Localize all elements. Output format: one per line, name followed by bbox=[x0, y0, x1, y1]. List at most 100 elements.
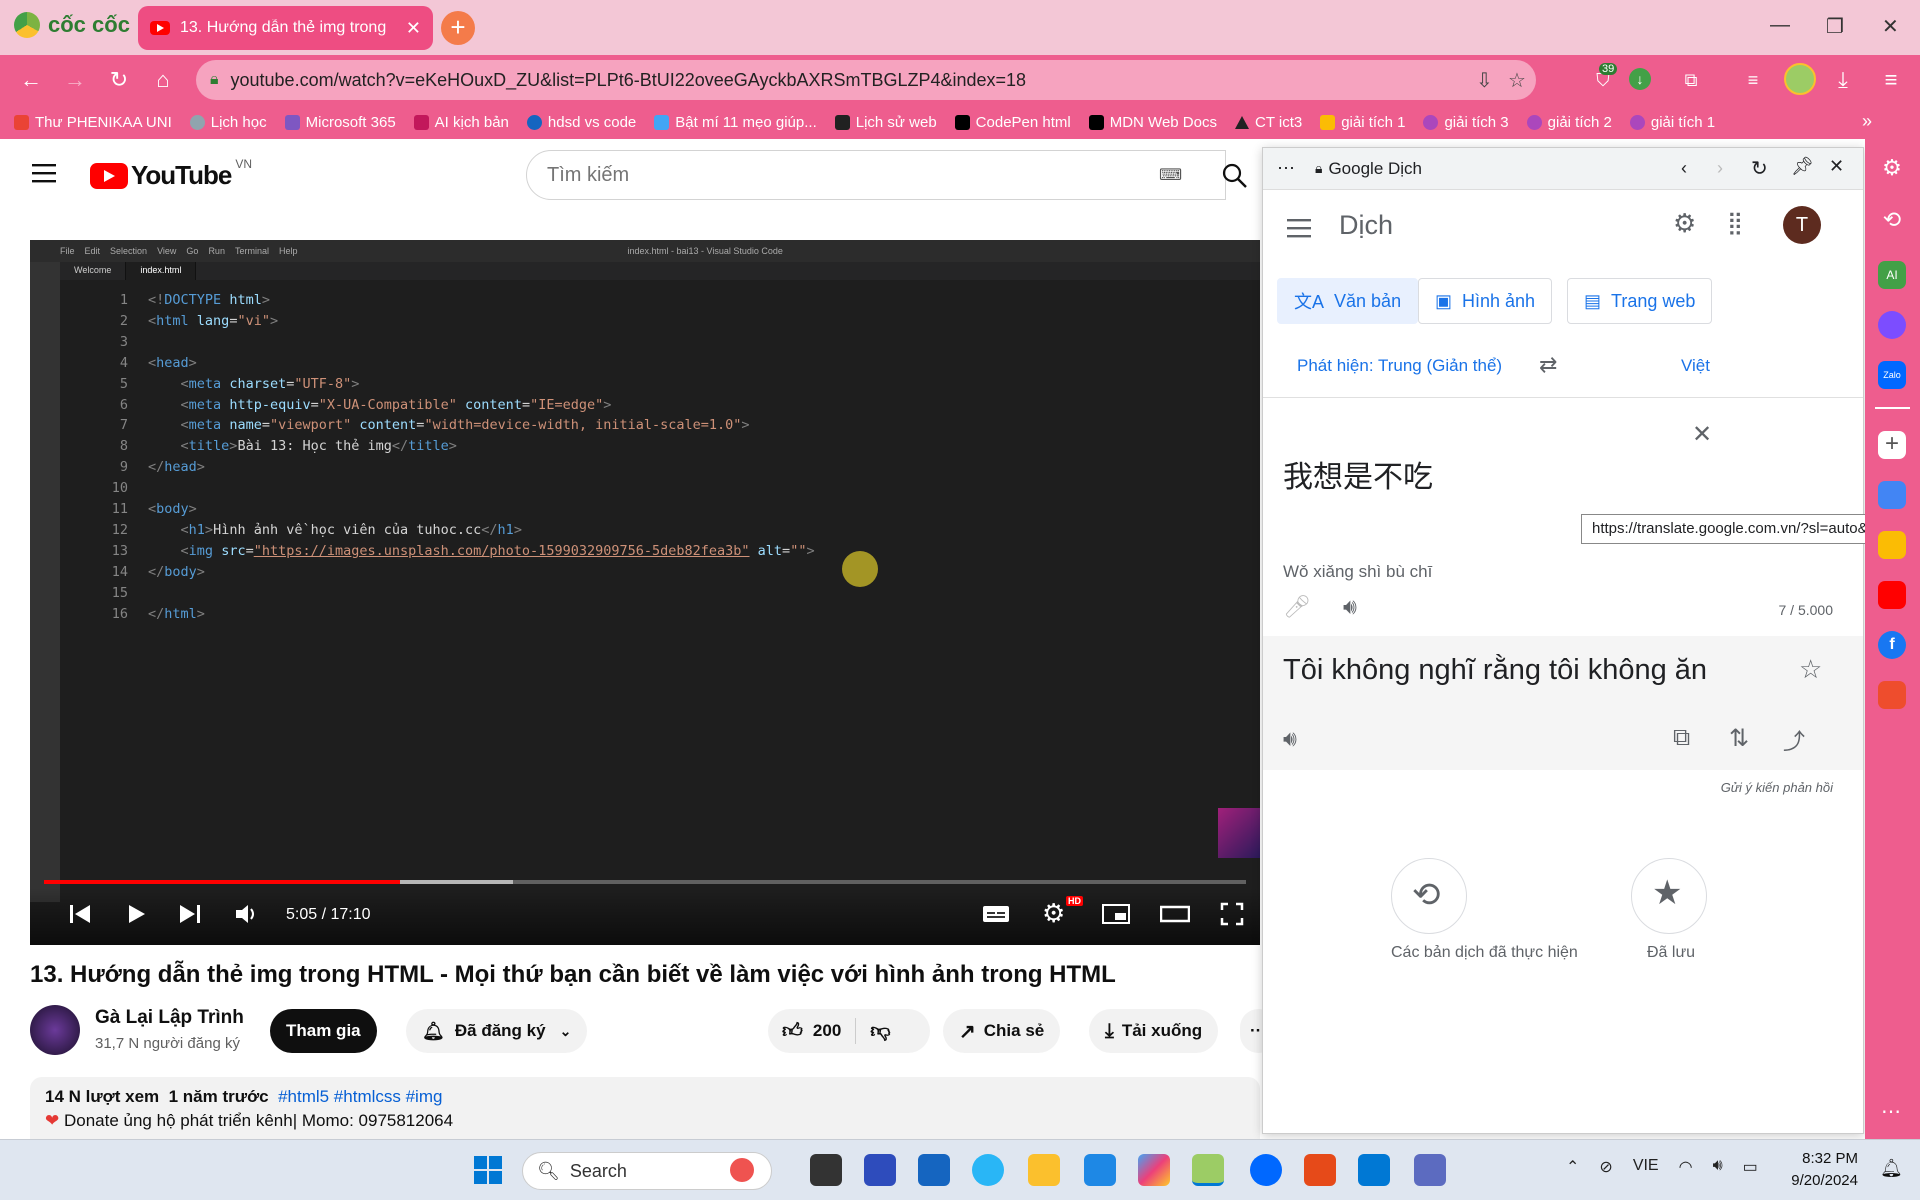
close-window-icon[interactable]: ✕ bbox=[1882, 14, 1899, 39]
subtitles-icon[interactable] bbox=[982, 902, 1010, 926]
source-language[interactable]: Phát hiện: Trung (Giản thể) bbox=[1297, 356, 1502, 376]
keyboard-icon[interactable]: ⌨ bbox=[1159, 165, 1182, 185]
downloads-icon[interactable]: ⤓ bbox=[1830, 67, 1856, 93]
wps-icon[interactable] bbox=[1304, 1154, 1336, 1186]
notification-bell-icon[interactable]: 🔔︎ bbox=[1880, 1158, 1903, 1179]
join-button[interactable]: Tham gia bbox=[270, 1009, 377, 1053]
target-language[interactable]: Việt bbox=[1681, 356, 1710, 376]
home-icon[interactable]: ⌂ bbox=[150, 67, 176, 93]
download-button[interactable]: ⤓ Tải xuống bbox=[1089, 1009, 1219, 1053]
theater-mode-icon[interactable] bbox=[1160, 902, 1190, 926]
file-explorer-icon[interactable] bbox=[1028, 1154, 1060, 1186]
play-icon[interactable] bbox=[124, 902, 148, 926]
account-avatar[interactable]: T bbox=[1783, 206, 1821, 244]
like-count[interactable]: 200 bbox=[813, 1021, 841, 1041]
listen-translation-icon[interactable]: 🔊︎ bbox=[1283, 726, 1297, 752]
bookmark-item[interactable]: MDN Web Docs bbox=[1088, 114, 1217, 131]
sidebar-facebook-icon[interactable]: f bbox=[1878, 631, 1906, 659]
download-manager-icon[interactable]: ↓ bbox=[1629, 68, 1651, 90]
address-bar[interactable]: 🔒︎ youtube.com/watch?v=eKeHOuxD_ZU&list=… bbox=[196, 60, 1536, 100]
fullscreen-icon[interactable] bbox=[1220, 902, 1244, 926]
minimize-icon[interactable]: — bbox=[1770, 14, 1790, 37]
install-app-icon[interactable]: ⇩ bbox=[1476, 68, 1493, 93]
teams-icon[interactable] bbox=[1414, 1154, 1446, 1186]
mode-image-button[interactable]: ▣ Hình ảnh bbox=[1418, 278, 1553, 324]
sidebar-settings-icon[interactable]: ⚙ bbox=[1878, 155, 1906, 183]
listen-source-icon[interactable]: 🔊︎ bbox=[1343, 594, 1357, 620]
bookmark-item[interactable]: Lịch sử web bbox=[834, 114, 937, 131]
forward-icon[interactable]: › bbox=[1717, 158, 1723, 179]
video-progress-bar[interactable] bbox=[44, 880, 1246, 884]
bookmark-star-icon[interactable]: ☆ bbox=[1508, 68, 1526, 93]
sidebar-more-icon[interactable]: ⋯ bbox=[1881, 1099, 1901, 1124]
bookmark-item[interactable]: hdsd vs code bbox=[526, 114, 636, 131]
apps-grid-icon[interactable]: ⣿ bbox=[1727, 210, 1743, 236]
browser-tab-active[interactable]: 13. Hướng dẫn thẻ img trong ✕ bbox=[138, 6, 433, 50]
hashtags[interactable]: #html5 #htmlcss #img bbox=[278, 1087, 442, 1106]
bookmark-item[interactable]: giải tích 1 bbox=[1629, 114, 1715, 131]
feedback-link[interactable]: Gửi ý kiến phản hồi bbox=[1721, 780, 1833, 795]
close-tab-icon[interactable]: ✕ bbox=[406, 18, 421, 39]
search-icon[interactable] bbox=[1222, 163, 1248, 189]
zalo-taskbar-icon[interactable] bbox=[1250, 1154, 1282, 1186]
bookmark-item[interactable]: giải tích 1 bbox=[1320, 114, 1405, 131]
search-input[interactable] bbox=[547, 163, 1147, 187]
share-icon[interactable]: ⤴ bbox=[1783, 724, 1805, 756]
restore-icon[interactable]: ❐ bbox=[1826, 14, 1844, 39]
share-button[interactable]: ↗ Chia sẻ bbox=[943, 1009, 1061, 1053]
settings-gear-icon[interactable]: ⚙ bbox=[1673, 208, 1696, 239]
subscribed-button[interactable]: 🔔︎ Đã đăng ký ⌄ bbox=[406, 1009, 588, 1053]
bookmark-item[interactable]: AI kịch bản bbox=[413, 114, 509, 131]
hamburger-menu-icon[interactable] bbox=[32, 163, 56, 183]
extensions-puzzle-icon[interactable]: ⧉ bbox=[1678, 67, 1704, 93]
mode-website-button[interactable]: ▤ Trang web bbox=[1567, 278, 1713, 324]
rate-translation-icon[interactable]: ⇅ bbox=[1729, 724, 1749, 753]
input-language[interactable]: VIE bbox=[1633, 1157, 1659, 1177]
more-options-icon[interactable]: ⋯ bbox=[1277, 158, 1295, 179]
menu-icon[interactable]: ≡ bbox=[1878, 67, 1904, 93]
thumbs-down-icon[interactable]: 👎︎ bbox=[870, 1019, 890, 1043]
microphone-icon[interactable]: 🎤︎ bbox=[1283, 594, 1311, 620]
search-highlight-icon[interactable] bbox=[730, 1158, 754, 1182]
next-icon[interactable] bbox=[178, 902, 202, 926]
bookmark-item[interactable]: Thư PHENIKAA UNI bbox=[14, 114, 172, 131]
channel-name[interactable]: Gà Lại Lập Trình bbox=[95, 1007, 244, 1029]
copilot-icon[interactable] bbox=[1138, 1154, 1170, 1186]
thumbs-up-icon[interactable]: 👍︎ bbox=[782, 1019, 803, 1043]
miniplayer-icon[interactable] bbox=[1102, 902, 1130, 926]
swap-languages-icon[interactable]: ⇄ bbox=[1539, 352, 1557, 378]
youtube-logo[interactable]: YouTube VN bbox=[90, 157, 252, 191]
channel-avatar[interactable] bbox=[30, 1005, 80, 1055]
back-icon[interactable]: ← bbox=[18, 67, 44, 93]
back-icon[interactable]: ‹ bbox=[1681, 158, 1687, 179]
sidebar-messenger-icon[interactable] bbox=[1878, 311, 1906, 339]
playlist-icon[interactable]: ≡ bbox=[1740, 67, 1766, 93]
coccoc-logo[interactable]: cốc cốc bbox=[14, 12, 130, 38]
bookmark-item[interactable]: Bật mí 11 mẹo giúp... bbox=[654, 114, 817, 131]
channel-watermark[interactable] bbox=[1218, 808, 1260, 858]
notepad-icon[interactable] bbox=[1084, 1154, 1116, 1186]
windows-start-icon[interactable] bbox=[474, 1156, 502, 1184]
reload-icon[interactable]: ↻ bbox=[1751, 156, 1768, 181]
more-bookmarks-icon[interactable]: » bbox=[1862, 111, 1872, 132]
sidebar-history-icon[interactable]: ⟲ bbox=[1878, 207, 1906, 235]
bookmark-item[interactable]: giải tích 3 bbox=[1423, 114, 1509, 131]
search-box[interactable]: ⌨ bbox=[526, 150, 1226, 200]
network-off-icon[interactable]: ⊘ bbox=[1599, 1157, 1612, 1177]
secure-lock-icon[interactable]: 🔒︎ bbox=[210, 71, 219, 89]
profile-avatar[interactable] bbox=[1784, 63, 1816, 95]
clear-text-icon[interactable]: ✕ bbox=[1692, 420, 1712, 449]
history-button[interactable]: ⟲ bbox=[1391, 858, 1467, 934]
wifi-icon[interactable]: ◠ bbox=[1679, 1157, 1693, 1177]
task-view-icon[interactable] bbox=[810, 1154, 842, 1186]
mode-text-button[interactable]: 文A Văn bản bbox=[1277, 278, 1419, 324]
vscode-icon[interactable] bbox=[1358, 1154, 1390, 1186]
app-icon[interactable] bbox=[972, 1154, 1004, 1186]
battery-icon[interactable]: ▭ bbox=[1743, 1157, 1758, 1177]
sidebar-translate-icon[interactable] bbox=[1878, 481, 1906, 509]
bookmark-item[interactable]: Microsoft 365 bbox=[284, 114, 396, 131]
coccoc-taskbar-icon[interactable] bbox=[1192, 1154, 1224, 1186]
volume-icon[interactable] bbox=[234, 902, 260, 926]
previous-icon[interactable] bbox=[68, 902, 92, 926]
hamburger-menu-icon[interactable] bbox=[1287, 218, 1311, 238]
